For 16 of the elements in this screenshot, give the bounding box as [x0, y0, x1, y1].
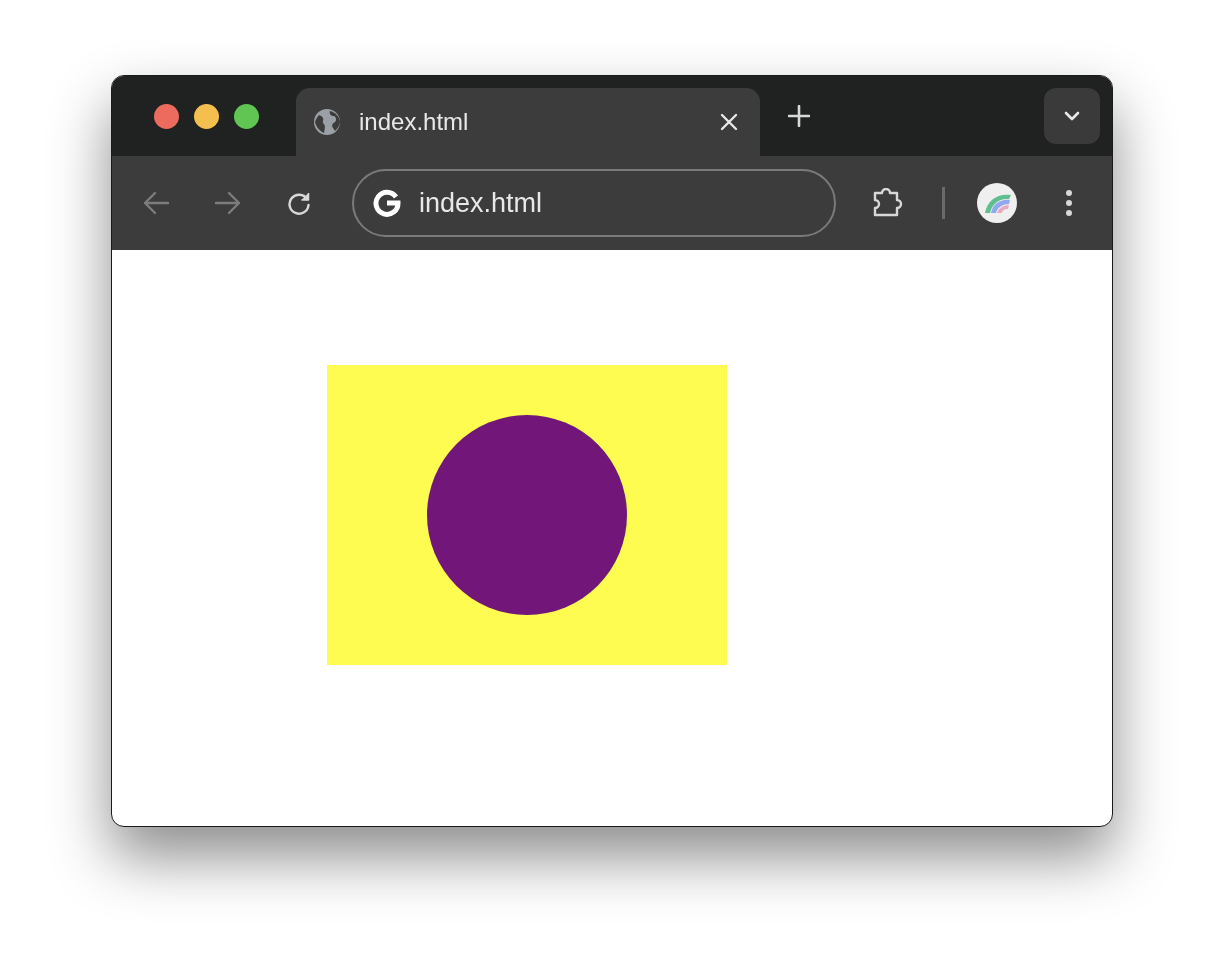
- browser-tab[interactable]: index.html: [296, 88, 760, 156]
- zoom-window-button[interactable]: [234, 103, 259, 129]
- close-window-button[interactable]: [154, 103, 179, 129]
- globe-icon: [313, 108, 341, 136]
- close-tab-icon[interactable]: [720, 113, 738, 131]
- minimize-window-button[interactable]: [194, 103, 219, 129]
- new-tab-icon[interactable]: [788, 105, 810, 127]
- menu-icon[interactable]: [1065, 189, 1073, 217]
- forward-icon[interactable]: [214, 191, 242, 215]
- chevron-down-icon: [1064, 111, 1080, 121]
- back-icon[interactable]: [142, 191, 170, 215]
- tab-search-button[interactable]: [1044, 88, 1100, 144]
- google-logo-icon: [373, 189, 401, 217]
- profile-avatar[interactable]: [977, 183, 1017, 223]
- reload-icon[interactable]: [286, 190, 312, 216]
- address-bar[interactable]: index.html: [352, 169, 836, 237]
